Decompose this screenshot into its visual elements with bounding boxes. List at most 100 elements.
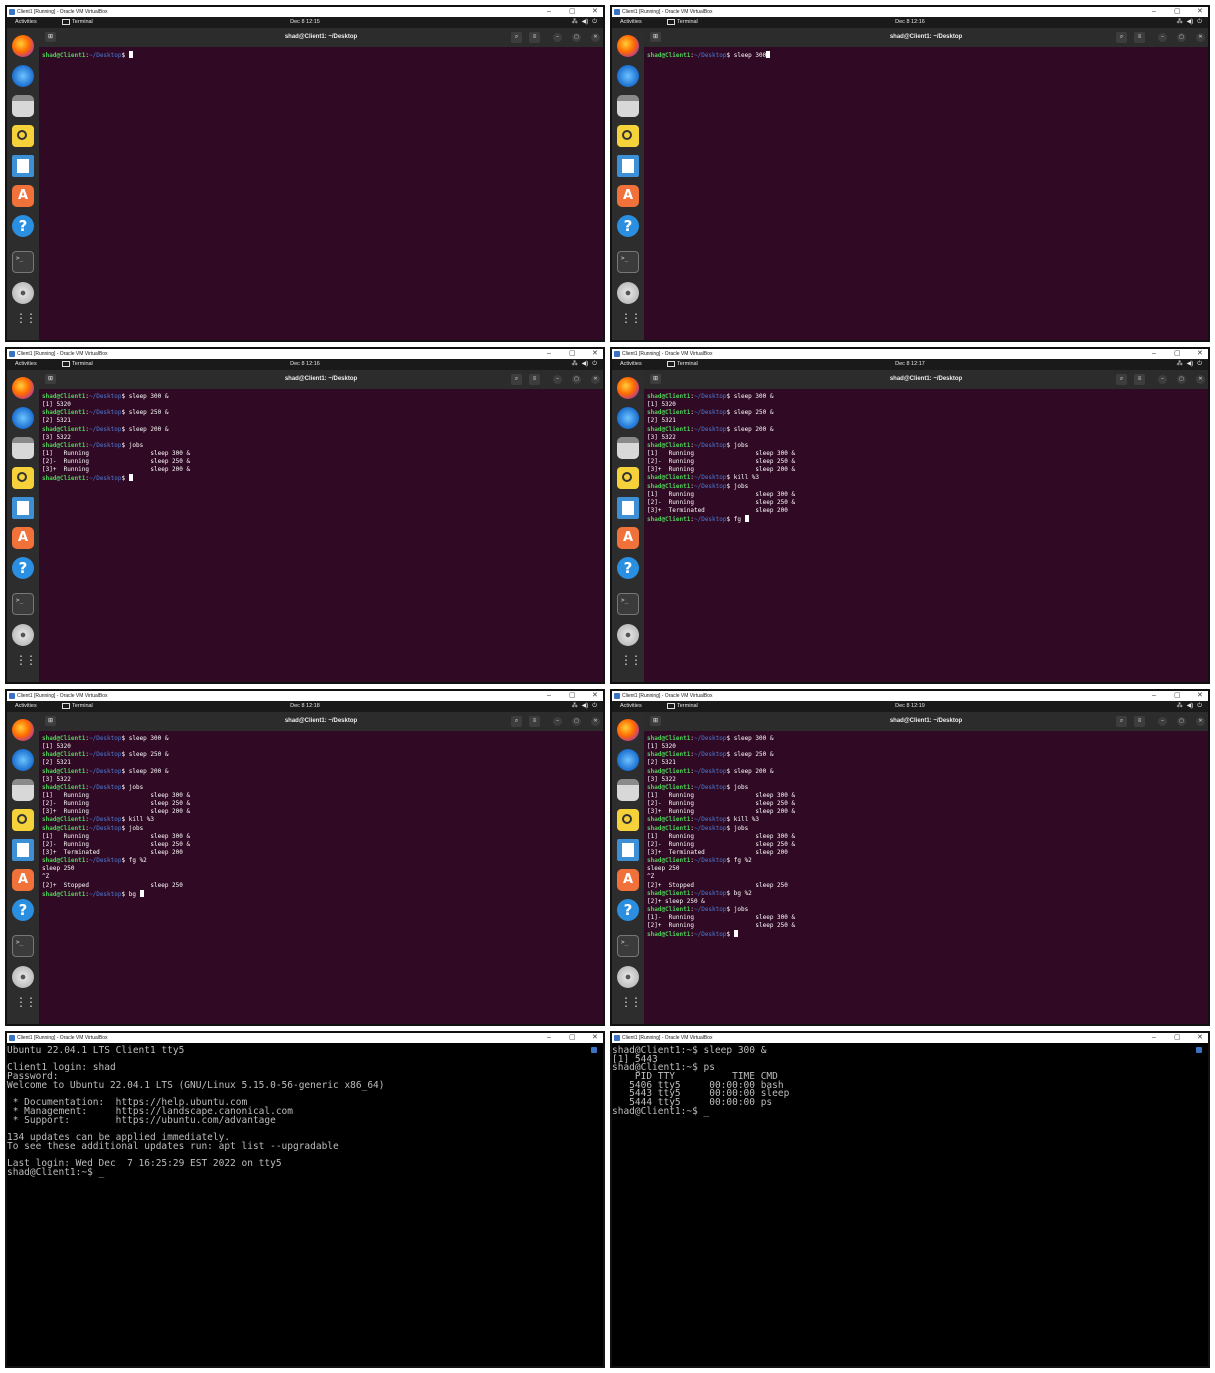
window-restore-button[interactable]: ▢ [1174, 691, 1181, 701]
search-icon[interactable]: ⌕ [1116, 374, 1127, 385]
app-center-icon[interactable] [12, 869, 34, 891]
close-icon[interactable]: ✕ [591, 717, 600, 726]
disc-icon[interactable] [617, 282, 639, 304]
minimize-icon[interactable]: – [1158, 33, 1167, 42]
help-icon[interactable] [12, 557, 34, 579]
terminal-icon[interactable] [12, 593, 34, 615]
maximize-icon[interactable]: ▢ [1177, 375, 1186, 384]
files-icon[interactable] [617, 95, 639, 117]
files-icon[interactable] [12, 95, 34, 117]
firefox-icon[interactable] [617, 35, 639, 57]
minimize-icon[interactable]: – [553, 717, 562, 726]
maximize-icon[interactable]: ▢ [572, 375, 581, 384]
window-minimize-button[interactable]: – [1152, 7, 1156, 17]
terminal-icon[interactable] [617, 935, 639, 957]
rhythmbox-icon[interactable] [617, 809, 639, 831]
terminal-icon[interactable] [617, 251, 639, 273]
clock[interactable]: Dec 8 12:16 [612, 17, 1208, 28]
tty-console[interactable]: shad@Client1:~$ sleep 300 & [1] 5443 shad@… [612, 1043, 1208, 1366]
close-icon[interactable]: ✕ [591, 375, 600, 384]
window-close-button[interactable]: ✕ [592, 691, 598, 701]
window-restore-button[interactable]: ▢ [1174, 1033, 1181, 1043]
window-restore-button[interactable]: ▢ [569, 1033, 576, 1043]
app-center-icon[interactable] [12, 527, 34, 549]
show-apps-icon[interactable] [12, 995, 45, 1017]
disc-icon[interactable] [617, 624, 639, 646]
firefox-icon[interactable] [617, 719, 639, 741]
help-icon[interactable] [617, 557, 639, 579]
window-minimize-button[interactable]: – [547, 7, 551, 17]
libreoffice-writer-icon[interactable] [12, 497, 34, 519]
terminal-output[interactable]: shad@Client1:~/Desktop$ sleep 300 & [1] 5… [644, 389, 1208, 682]
close-icon[interactable]: ✕ [1196, 33, 1205, 42]
window-restore-button[interactable]: ▢ [569, 349, 576, 359]
thunderbird-mail-icon[interactable] [617, 749, 639, 771]
rhythmbox-icon[interactable] [12, 809, 34, 831]
menu-icon[interactable]: ≡ [529, 32, 540, 43]
minimize-icon[interactable]: – [1158, 375, 1167, 384]
terminal-icon[interactable] [12, 251, 34, 273]
disc-icon[interactable] [12, 624, 34, 646]
window-close-button[interactable]: ✕ [592, 1033, 598, 1043]
terminal-output[interactable]: shad@Client1:~/Desktop$ sleep 300 & [1] 5… [39, 731, 603, 1024]
search-icon[interactable]: ⌕ [511, 374, 522, 385]
maximize-icon[interactable]: ▢ [1177, 717, 1186, 726]
terminal-icon[interactable] [12, 935, 34, 957]
clock[interactable]: Dec 8 12:16 [7, 359, 603, 370]
window-minimize-button[interactable]: – [547, 349, 551, 359]
terminal-output[interactable]: shad@Client1:~/Desktop$ sleep 300 & [1] 5… [644, 731, 1208, 1024]
menu-icon[interactable]: ≡ [529, 716, 540, 727]
minimize-icon[interactable]: – [1158, 717, 1167, 726]
libreoffice-writer-icon[interactable] [12, 155, 34, 177]
window-minimize-button[interactable]: – [1152, 1033, 1156, 1043]
search-icon[interactable]: ⌕ [1116, 32, 1127, 43]
files-icon[interactable] [12, 779, 34, 801]
show-apps-icon[interactable] [12, 311, 45, 333]
window-close-button[interactable]: ✕ [1197, 1033, 1203, 1043]
tty-console[interactable]: Ubuntu 22.04.1 LTS Client1 tty5 Client1 l… [7, 1043, 603, 1366]
close-icon[interactable]: ✕ [1196, 717, 1205, 726]
terminal-icon[interactable] [617, 593, 639, 615]
help-icon[interactable] [12, 899, 34, 921]
files-icon[interactable] [617, 779, 639, 801]
disc-icon[interactable] [617, 966, 639, 988]
search-icon[interactable]: ⌕ [1116, 716, 1127, 727]
maximize-icon[interactable]: ▢ [1177, 33, 1186, 42]
app-center-icon[interactable] [617, 869, 639, 891]
window-minimize-button[interactable]: – [1152, 691, 1156, 701]
maximize-icon[interactable]: ▢ [572, 717, 581, 726]
show-apps-icon[interactable] [617, 311, 650, 333]
disc-icon[interactable] [12, 966, 34, 988]
libreoffice-writer-icon[interactable] [617, 155, 639, 177]
clock[interactable]: Dec 8 12:18 [7, 701, 603, 712]
libreoffice-writer-icon[interactable] [12, 839, 34, 861]
system-tray[interactable]: ⁂ ◀) ⏻ [1173, 359, 1202, 370]
files-icon[interactable] [12, 437, 34, 459]
close-icon[interactable]: ✕ [591, 33, 600, 42]
thunderbird-mail-icon[interactable] [12, 65, 34, 87]
search-icon[interactable]: ⌕ [511, 32, 522, 43]
firefox-icon[interactable] [12, 35, 34, 57]
window-minimize-button[interactable]: – [547, 691, 551, 701]
window-close-button[interactable]: ✕ [592, 7, 598, 17]
firefox-icon[interactable] [617, 377, 639, 399]
window-minimize-button[interactable]: – [1152, 349, 1156, 359]
search-icon[interactable]: ⌕ [511, 716, 522, 727]
minimize-icon[interactable]: – [553, 33, 562, 42]
app-center-icon[interactable] [617, 527, 639, 549]
rhythmbox-icon[interactable] [617, 125, 639, 147]
help-icon[interactable] [617, 899, 639, 921]
close-icon[interactable]: ✕ [1196, 375, 1205, 384]
window-minimize-button[interactable]: – [547, 1033, 551, 1043]
clock[interactable]: Dec 8 12:15 [7, 17, 603, 28]
clock[interactable]: Dec 8 12:17 [612, 359, 1208, 370]
maximize-icon[interactable]: ▢ [572, 33, 581, 42]
system-tray[interactable]: ⁂ ◀) ⏻ [568, 17, 597, 28]
terminal-output[interactable]: shad@Client1:~/Desktop$ sleep 300 & [1] 5… [39, 389, 603, 682]
app-center-icon[interactable] [617, 185, 639, 207]
thunderbird-mail-icon[interactable] [12, 749, 34, 771]
menu-icon[interactable]: ≡ [1134, 374, 1145, 385]
firefox-icon[interactable] [12, 377, 34, 399]
show-apps-icon[interactable] [12, 653, 45, 675]
rhythmbox-icon[interactable] [12, 467, 34, 489]
